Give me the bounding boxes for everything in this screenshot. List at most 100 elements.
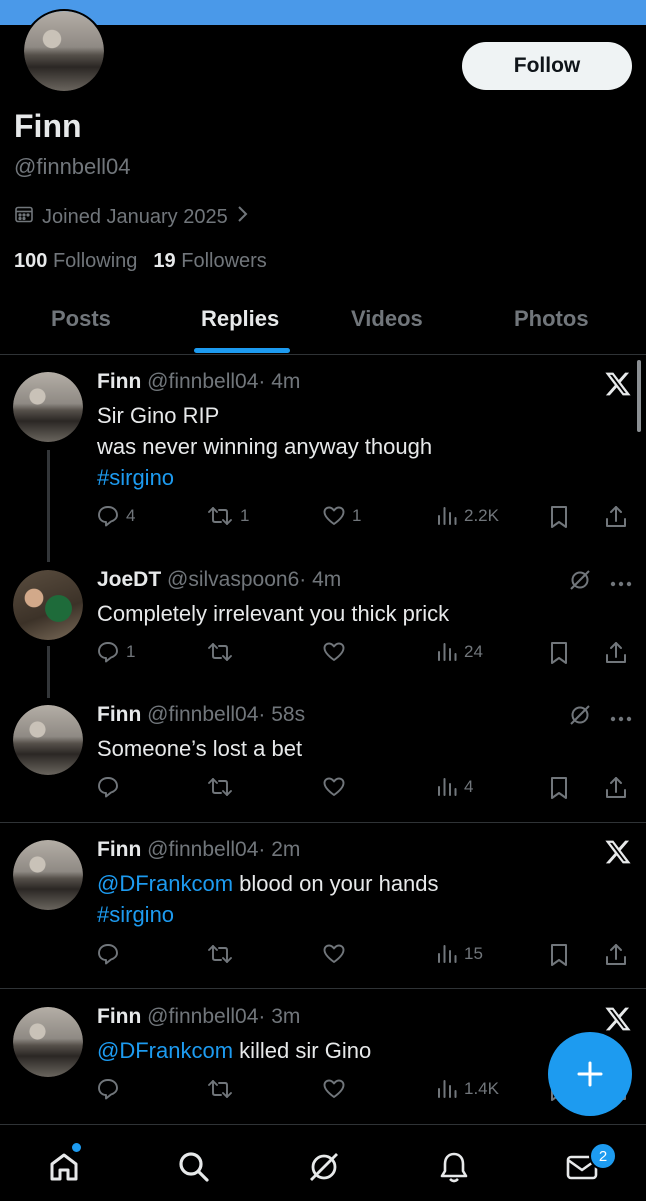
x-logo-icon	[605, 840, 631, 864]
bottom-navigation	[0, 1124, 646, 1201]
reply-icon	[96, 504, 120, 528]
author-handle[interactable]: @finnbell04	[147, 1005, 258, 1028]
grok-icon[interactable]	[568, 568, 592, 597]
share-button[interactable]	[604, 775, 628, 801]
joined-label: Joined January 2025	[42, 205, 228, 228]
profile-name: Finn	[14, 108, 82, 144]
thread-line	[47, 450, 50, 562]
views-icon	[436, 1077, 458, 1101]
hashtag-link[interactable]: #sirgino	[97, 899, 439, 930]
views-icon	[436, 504, 458, 528]
author-name[interactable]: Finn	[97, 703, 141, 726]
tweet-time: · 2m	[258, 838, 301, 861]
chevron-right-icon	[236, 204, 250, 230]
tab-photos[interactable]: Photos	[514, 306, 589, 332]
grok-icon[interactable]	[304, 1147, 344, 1187]
system-status-bar	[0, 0, 646, 25]
views-icon	[436, 775, 458, 799]
views-count: 15	[464, 944, 483, 963]
follow-button[interactable]: Follow	[462, 42, 632, 90]
following-link[interactable]: 100 Following	[14, 250, 137, 273]
share-button[interactable]	[604, 942, 628, 968]
reply-icon	[96, 1077, 120, 1101]
author-name[interactable]: Finn	[97, 1005, 141, 1028]
like-button[interactable]	[322, 775, 352, 799]
bookmark-button[interactable]	[548, 775, 570, 801]
repost-button[interactable]	[206, 640, 240, 664]
like-button[interactable]	[322, 1077, 352, 1101]
avatar[interactable]	[13, 570, 83, 640]
calendar-icon	[14, 204, 34, 230]
tweet-text: Someone’s lost a bet	[97, 736, 303, 761]
tweet-header: Finn @finnbell04· 2m	[97, 838, 300, 862]
profile-tabs: Posts Replies Videos Photos	[0, 296, 646, 355]
avatar[interactable]	[13, 1007, 83, 1077]
reply-icon	[96, 640, 120, 664]
avatar[interactable]	[13, 705, 83, 775]
followers-link[interactable]: 19 Followers	[153, 250, 266, 273]
like-button[interactable]	[322, 640, 352, 664]
mention-link[interactable]: @DFrankcom	[97, 871, 233, 896]
repost-button[interactable]	[206, 942, 240, 966]
compose-post-button[interactable]	[548, 1032, 632, 1116]
more-icon[interactable]	[610, 709, 632, 727]
views-icon	[436, 640, 458, 664]
like-button[interactable]: 1	[322, 504, 361, 528]
scrollbar[interactable]	[637, 360, 641, 432]
author-name[interactable]: Finn	[97, 370, 141, 393]
reply-button[interactable]: 4	[96, 504, 135, 528]
views-button[interactable]: 1.4K	[436, 1077, 499, 1101]
tab-videos[interactable]: Videos	[351, 306, 423, 332]
bell-icon[interactable]	[434, 1147, 474, 1187]
repost-icon	[206, 1077, 234, 1101]
hashtag-link[interactable]: #sirgino	[97, 462, 432, 493]
like-icon	[322, 504, 346, 528]
repost-icon	[206, 640, 234, 664]
thread-line	[47, 646, 50, 698]
grok-icon[interactable]	[568, 703, 592, 732]
mention-link[interactable]: @DFrankcom	[97, 1038, 233, 1063]
author-handle[interactable]: @finnbell04	[147, 838, 258, 861]
profile-avatar[interactable]	[22, 9, 106, 93]
bookmark-button[interactable]	[548, 640, 570, 666]
reply-button[interactable]	[96, 942, 126, 966]
views-button[interactable]: 4	[436, 775, 473, 799]
author-handle[interactable]: @finnbell04	[147, 370, 258, 393]
divider	[0, 822, 646, 823]
joined-date[interactable]: Joined January 2025	[14, 204, 250, 230]
tab-posts[interactable]: Posts	[51, 306, 111, 332]
author-name[interactable]: JoeDT	[97, 568, 161, 591]
tweet-corner	[568, 703, 632, 732]
profile-handle: @finnbell04	[14, 154, 131, 179]
reply-button[interactable]	[96, 775, 126, 799]
tweet-time: · 58s	[258, 703, 306, 726]
views-button[interactable]: 24	[436, 640, 483, 664]
tab-replies[interactable]: Replies	[201, 306, 279, 332]
plus-icon	[577, 1061, 603, 1087]
share-icon	[604, 775, 628, 801]
home-icon[interactable]	[44, 1147, 84, 1187]
bookmark-button[interactable]	[548, 942, 570, 968]
share-button[interactable]	[604, 504, 628, 530]
avatar[interactable]	[13, 372, 83, 442]
views-button[interactable]: 2.2K	[436, 504, 499, 528]
bookmark-icon	[548, 942, 570, 968]
reply-button[interactable]: 1	[96, 640, 135, 664]
repost-button[interactable]	[206, 1077, 240, 1101]
like-button[interactable]	[322, 942, 352, 966]
reply-icon	[96, 942, 120, 966]
author-handle[interactable]: @finnbell04	[147, 703, 258, 726]
author-handle[interactable]: @silvaspoon6	[167, 568, 299, 591]
tweet-time: · 4m	[258, 370, 301, 393]
author-name[interactable]: Finn	[97, 838, 141, 861]
share-button[interactable]	[604, 640, 628, 666]
views-button[interactable]: 15	[436, 942, 483, 966]
more-icon[interactable]	[610, 574, 632, 592]
search-icon[interactable]	[174, 1147, 214, 1187]
repost-button[interactable]	[206, 775, 240, 799]
bookmark-button[interactable]	[548, 504, 570, 530]
avatar[interactable]	[13, 840, 83, 910]
repost-icon	[206, 775, 234, 799]
repost-button[interactable]: 1	[206, 504, 249, 528]
reply-button[interactable]	[96, 1077, 126, 1101]
